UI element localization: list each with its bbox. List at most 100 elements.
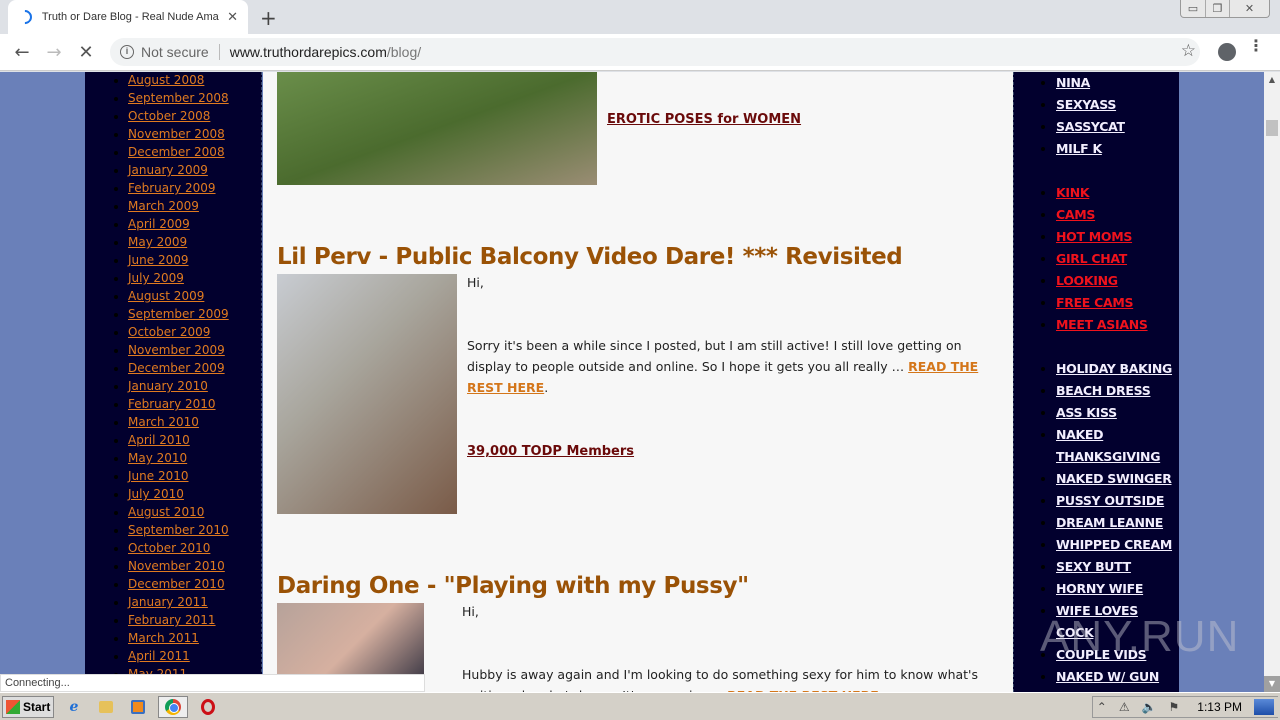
stop-loading-button[interactable]: ✕	[70, 42, 102, 63]
archive-link[interactable]: June 2010	[128, 469, 189, 483]
archive-link[interactable]: March 2011	[128, 631, 199, 645]
archive-link[interactable]: July 2009	[128, 271, 184, 285]
start-button[interactable]: Start	[2, 695, 54, 718]
post-image[interactable]	[277, 274, 457, 514]
archive-link[interactable]: September 2008	[128, 91, 229, 105]
archive-link[interactable]: December 2008	[128, 145, 225, 159]
archive-link[interactable]: August 2009	[128, 289, 204, 303]
scroll-down-arrow-icon[interactable]: ▼	[1264, 676, 1280, 692]
vertical-scrollbar[interactable]: ▲ ▼	[1264, 72, 1280, 692]
archive-item: August 2010	[128, 503, 261, 521]
chrome-icon[interactable]	[158, 695, 188, 718]
archive-link[interactable]: January 2009	[128, 163, 208, 177]
sidebar-link[interactable]: GIRL CHAT	[1056, 251, 1127, 266]
archive-link[interactable]: April 2009	[128, 217, 190, 231]
post-image[interactable]	[277, 72, 597, 185]
post-title[interactable]: Lil Perv - Public Balcony Video Dare! **…	[277, 244, 903, 270]
sidebar-link[interactable]: NAKED THANKSGIVING	[1056, 427, 1160, 464]
sidebar-link[interactable]: LOOKING	[1056, 273, 1118, 288]
internet-explorer-icon[interactable]: e	[62, 696, 86, 718]
archive-link[interactable]: August 2008	[128, 73, 204, 87]
opera-icon[interactable]	[196, 696, 220, 718]
sidebar-link[interactable]: BEACH DRESS	[1056, 383, 1151, 398]
post-title[interactable]: Daring One - "Playing with my Pussy"	[277, 573, 749, 599]
scroll-up-arrow-icon[interactable]: ▲	[1264, 72, 1280, 88]
sidebar-link[interactable]: CAMS	[1056, 207, 1095, 222]
archive-link[interactable]: November 2009	[128, 343, 225, 357]
archive-link[interactable]: May 2010	[128, 451, 187, 465]
archive-link[interactable]: April 2011	[128, 649, 190, 663]
sidebar-link[interactable]: NAKED SWINGER	[1056, 471, 1172, 486]
file-explorer-icon[interactable]	[94, 696, 118, 718]
tab-close-icon[interactable]: ✕	[227, 10, 238, 25]
media-player-icon[interactable]	[126, 696, 150, 718]
restore-button[interactable]: ❐	[1205, 0, 1229, 17]
sidebar-link[interactable]: FREE CAMS	[1056, 295, 1133, 310]
archive-link[interactable]: February 2011	[128, 613, 216, 627]
minimize-button[interactable]: ▭	[1181, 0, 1205, 17]
scroll-thumb[interactable]	[1266, 120, 1278, 136]
sidebar-link[interactable]: ASS KISS	[1056, 405, 1117, 420]
new-tab-button[interactable]: +	[260, 6, 277, 30]
archive-link[interactable]: April 2010	[128, 433, 190, 447]
sidebar-link[interactable]: COUPLE VIDS	[1056, 647, 1147, 662]
show-desktop-button[interactable]	[1254, 699, 1274, 715]
archive-link[interactable]: September 2009	[128, 307, 229, 321]
info-icon[interactable]: i	[120, 45, 134, 59]
action-center-flag-icon[interactable]: ⚑	[1169, 700, 1180, 714]
archive-link[interactable]: October 2010	[128, 541, 210, 555]
sidebar-link[interactable]: SEXY BUTT	[1056, 559, 1131, 574]
bookmark-star-icon[interactable]: ☆	[1181, 41, 1196, 61]
sidebar-link[interactable]: MEET ASIANS	[1056, 317, 1148, 332]
archive-item: December 2010	[128, 575, 261, 593]
sidebar-link[interactable]: WIFE LOVES COCK	[1056, 603, 1138, 640]
archive-link[interactable]: January 2010	[128, 379, 208, 393]
archive-link[interactable]: November 2010	[128, 559, 225, 573]
security-label[interactable]: Not secure	[141, 44, 209, 60]
browser-tab[interactable]: Truth or Dare Blog - Real Nude Amat ✕	[8, 0, 248, 34]
forward-button[interactable]: →	[38, 42, 70, 63]
divider	[218, 44, 220, 60]
sidebar-link[interactable]: DREAM LEANNE	[1056, 515, 1163, 530]
sidebar-link[interactable]: HORNY WIFE	[1056, 581, 1143, 596]
archive-link[interactable]: December 2010	[128, 577, 225, 591]
sidebar-link[interactable]: MILF K	[1056, 141, 1102, 156]
sidebar-link[interactable]: SEXYASS	[1056, 97, 1116, 112]
archive-link[interactable]: March 2010	[128, 415, 199, 429]
sidebar-link[interactable]: PUSSY OUTSIDE	[1056, 493, 1164, 508]
url-host[interactable]: www.truthordarepics.com	[230, 44, 387, 60]
archive-link[interactable]: February 2010	[128, 397, 216, 411]
address-bar[interactable]: i Not secure www.truthordarepics.com/blo…	[110, 38, 1200, 66]
sidebar-link[interactable]: NAKED W/ GUN	[1056, 669, 1159, 684]
archive-link[interactable]: August 2010	[128, 505, 204, 519]
archive-link[interactable]: May 2009	[128, 235, 187, 249]
network-warning-icon[interactable]: ⚠	[1119, 700, 1130, 714]
archive-link[interactable]: February 2009	[128, 181, 216, 195]
archive-link[interactable]: January 2011	[128, 595, 208, 609]
volume-icon[interactable]: 🔈	[1142, 700, 1157, 714]
back-button[interactable]: ←	[6, 42, 38, 63]
archive-link[interactable]: December 2009	[128, 361, 225, 375]
tray-expand-icon[interactable]: ⌃	[1097, 700, 1107, 714]
sidebar-link[interactable]: SASSYCAT	[1056, 119, 1125, 134]
archive-link[interactable]: September 2010	[128, 523, 229, 537]
sidebar-link[interactable]: WHIPPED CREAM	[1056, 537, 1172, 552]
sidebar-link[interactable]: HOT MOMS	[1056, 229, 1132, 244]
sidebar-link[interactable]: NINA	[1056, 75, 1090, 90]
archive-link[interactable]: July 2010	[128, 487, 184, 501]
sidebar-link[interactable]: KINK	[1056, 185, 1090, 200]
archive-link[interactable]: March 2009	[128, 199, 199, 213]
archive-link[interactable]: November 2008	[128, 127, 225, 141]
archive-link[interactable]: June 2009	[128, 253, 189, 267]
archive-link[interactable]: October 2009	[128, 325, 210, 339]
window-close-button[interactable]: ✕	[1229, 0, 1269, 17]
members-link[interactable]: 39,000 TODP Members	[467, 444, 634, 459]
clock[interactable]: 1:13 PM	[1197, 700, 1242, 714]
archive-item: December 2008	[128, 143, 261, 161]
account-icon[interactable]	[1218, 43, 1236, 61]
menu-kebab-icon[interactable]: ⋮	[1248, 38, 1264, 54]
erotic-poses-link[interactable]: EROTIC POSES for WOMEN	[607, 112, 801, 127]
sidebar-link[interactable]: HOLIDAY BAKING	[1056, 361, 1172, 376]
url-path[interactable]: /blog/	[387, 44, 421, 60]
archive-link[interactable]: October 2008	[128, 109, 210, 123]
